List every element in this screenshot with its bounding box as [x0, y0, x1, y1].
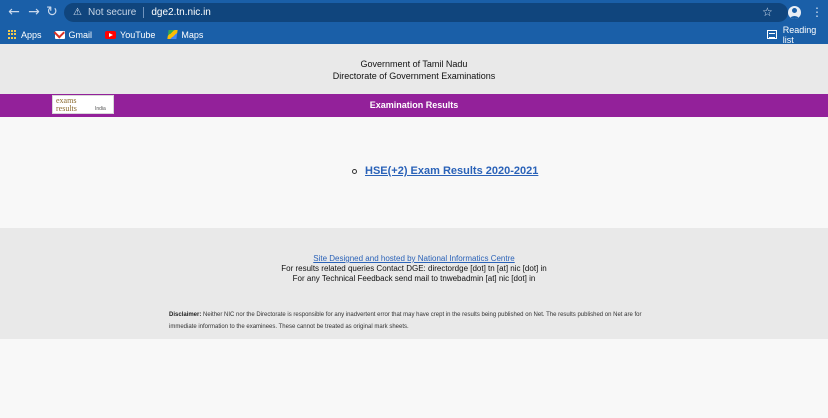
bookmark-label: Apps	[21, 29, 42, 40]
page-content: Government of Tamil Nadu Directorate of …	[0, 44, 828, 418]
bookmark-apps[interactable]: Apps	[8, 25, 42, 44]
results-list: HSE(+2) Exam Results 2020-2021	[0, 117, 828, 228]
contact-technical: For any Technical Feedback send mail to …	[292, 274, 536, 283]
list-item: HSE(+2) Exam Results 2020-2021	[352, 165, 538, 177]
browser-toolbar: ← → ↻ ⚠ Not secure dge2.tn.nic.in ☆ ⋮	[0, 0, 828, 25]
disclaimer-text: Neither NIC nor the Directorate is respo…	[169, 312, 642, 330]
disclaimer-label: Disclaimer:	[169, 312, 202, 318]
bookmark-maps[interactable]: Maps	[167, 25, 204, 44]
forward-icon[interactable]: →	[24, 2, 44, 22]
disclaimer: Disclaimer: Neither NIC nor the Director…	[169, 309, 659, 333]
bookmark-youtube[interactable]: YouTube	[105, 25, 155, 44]
reading-list-button[interactable]: Reading list	[767, 24, 828, 45]
url-text[interactable]: dge2.tn.nic.in	[151, 7, 211, 18]
reading-list-label: Reading list	[782, 24, 817, 45]
gmail-icon	[54, 30, 65, 39]
apps-grid-icon	[8, 30, 17, 39]
browser-menu-icon[interactable]: ⋮	[811, 5, 823, 19]
contact-dge: For results related queries Contact DGE:…	[281, 264, 547, 273]
header-subtitle: Directorate of Government Examinations	[332, 71, 496, 81]
government-header: Government of Tamil Nadu Directorate of …	[0, 44, 828, 94]
omnibox-divider	[143, 7, 145, 18]
profile-avatar-icon[interactable]	[788, 6, 801, 19]
security-label[interactable]: Not secure	[88, 7, 136, 18]
header-title: Government of Tamil Nadu	[360, 59, 468, 69]
warning-icon[interactable]: ⚠	[72, 7, 83, 18]
bookmark-gmail[interactable]: Gmail	[54, 25, 93, 44]
bookmark-label: YouTube	[120, 29, 156, 40]
youtube-icon	[105, 30, 117, 39]
footer: Site Designed and hosted by National Inf…	[0, 228, 828, 339]
address-bar[interactable]: ⚠ Not secure dge2.tn.nic.in	[64, 3, 788, 22]
maps-icon	[167, 30, 179, 39]
results-banner: exams results India Examination Results	[0, 94, 828, 117]
bullet-icon	[352, 168, 357, 174]
bookmarks-bar: Apps Gmail YouTube Maps	[0, 25, 828, 44]
bookmark-label: Maps	[181, 29, 204, 40]
hse-results-link[interactable]: HSE(+2) Exam Results 2020-2021	[365, 165, 538, 177]
nic-link[interactable]: Site Designed and hosted by National Inf…	[0, 254, 828, 263]
reading-list-icon	[767, 30, 777, 39]
page-bottom	[0, 339, 828, 418]
banner-title: Examination Results	[369, 100, 459, 110]
bookmark-label: Gmail	[68, 29, 93, 40]
bookmark-star-icon[interactable]: ☆	[762, 5, 773, 19]
back-icon[interactable]: ←	[4, 2, 24, 22]
reload-icon[interactable]: ↻	[42, 2, 62, 22]
